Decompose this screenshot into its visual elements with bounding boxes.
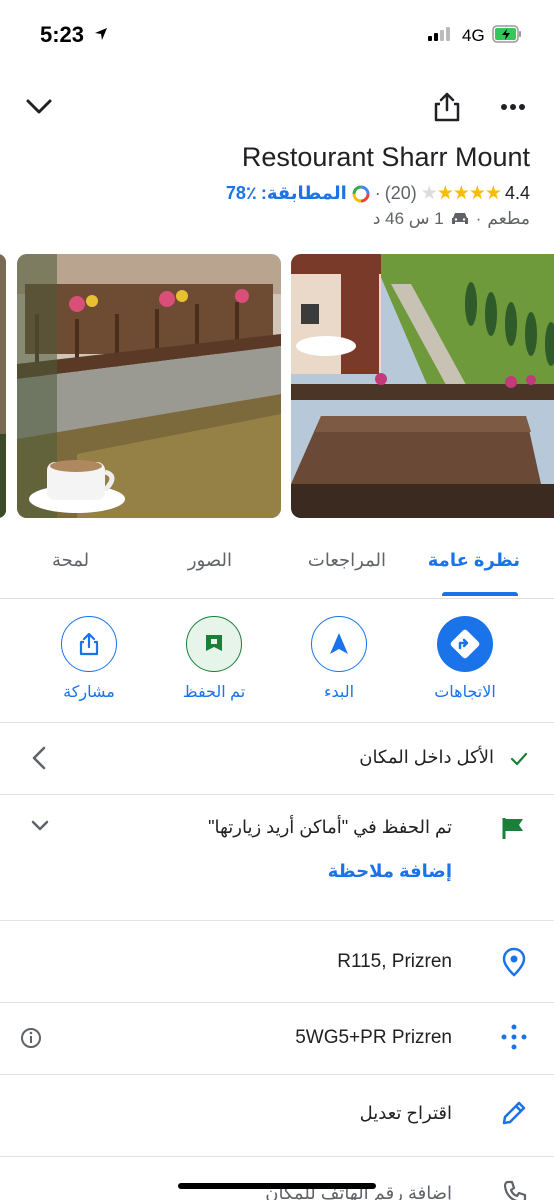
tab-photos[interactable]: الصور	[188, 550, 232, 571]
suggest-edit-row[interactable]: اقتراح تعديل	[0, 1075, 554, 1155]
tab-overview[interactable]: نظرة عامة	[428, 550, 520, 571]
directions-label: الاتجاهات	[434, 684, 496, 701]
place-title: Restourant Sharr Mount	[241, 142, 530, 172]
share-header-icon[interactable]	[430, 90, 464, 124]
signal-icon	[428, 27, 450, 41]
more-options-icon[interactable]	[496, 90, 530, 124]
drive-time: 1 س 46 د	[372, 209, 444, 228]
tab-bar: نظرة عامة المراجعات الصور لمحة	[0, 538, 554, 599]
tab-about[interactable]: لمحة	[52, 550, 89, 571]
status-time: 5:23	[40, 22, 85, 47]
category-row: مطعم · 1 س 46 د	[373, 209, 530, 229]
car-icon	[451, 213, 468, 224]
saved-button[interactable]: تم الحفظ	[164, 616, 264, 702]
saved-flag-icon	[186, 616, 242, 672]
share-button[interactable]: مشاركة	[39, 616, 139, 702]
rating-stars: ★★★★★	[420, 183, 502, 204]
tab-reviews[interactable]: المراجعات	[308, 550, 386, 571]
share-label: مشاركة	[63, 684, 115, 701]
address-text: R115, Prizren	[337, 951, 452, 972]
dine-in-row[interactable]: الأكل داخل المكان	[0, 723, 554, 793]
home-indicator	[178, 1183, 376, 1189]
info-icon[interactable]	[20, 1027, 42, 1049]
saved-flag-icon	[502, 818, 523, 839]
location-arrow-icon	[95, 28, 107, 40]
directions-button[interactable]: الاتجاهات	[415, 616, 515, 702]
match-value[interactable]: 78٪	[226, 183, 257, 204]
match-label[interactable]: المطابقة:	[261, 183, 347, 204]
photo-river-terrace[interactable]	[17, 254, 281, 518]
location-pin-icon	[502, 947, 526, 977]
saved-list-row: تم الحفظ في "أماكن أريد زيارتها" إضافة م…	[0, 795, 554, 919]
add-phone-row[interactable]: إضافة رقم الهاتف للمكان	[0, 1157, 554, 1200]
phone-icon	[503, 1180, 527, 1200]
photo-partial[interactable]	[0, 254, 6, 518]
chevron-down-icon[interactable]	[30, 819, 50, 833]
active-tab-indicator	[442, 592, 518, 596]
battery-icon	[492, 25, 521, 43]
separator-dot: ·	[475, 209, 482, 228]
share-icon	[61, 616, 117, 672]
check-icon	[510, 752, 528, 766]
review-count[interactable]: (20)	[385, 183, 417, 204]
pencil-icon	[502, 1101, 526, 1125]
plus-code-row[interactable]: 5WG5+PR Prizren	[0, 1003, 554, 1073]
dine-in-label: الأكل داخل المكان	[359, 747, 494, 767]
saved-list-text: تم الحفظ في "أماكن أريد زيارتها"	[208, 817, 452, 837]
suggest-edit-text: اقتراح تعديل	[359, 1103, 452, 1123]
start-label: البدء	[323, 684, 355, 701]
plus-code-text: 5WG5+PR Prizren	[295, 1027, 452, 1048]
category-label: مطعم	[487, 209, 530, 228]
rating-value: 4.4	[504, 183, 530, 203]
chevron-left-icon[interactable]	[30, 745, 48, 771]
directions-icon	[437, 616, 493, 672]
photo-balcony-table[interactable]	[291, 254, 554, 518]
address-row[interactable]: R115, Prizren	[0, 921, 554, 1001]
saved-label: تم الحفظ	[182, 684, 246, 701]
separator-dot: ·	[374, 183, 381, 203]
google-match-icon	[352, 185, 370, 202]
plus-code-icon	[501, 1024, 527, 1050]
start-button[interactable]: البدء	[289, 616, 389, 702]
collapse-chevron-icon[interactable]	[22, 90, 56, 124]
rating-row: 4.4 ★★★★★ (20) · المطابقة: 78٪	[226, 182, 530, 205]
navigation-arrow-icon	[311, 616, 367, 672]
add-note-link[interactable]: إضافة ملاحظة	[328, 861, 452, 882]
network-label: 4G	[462, 26, 485, 45]
